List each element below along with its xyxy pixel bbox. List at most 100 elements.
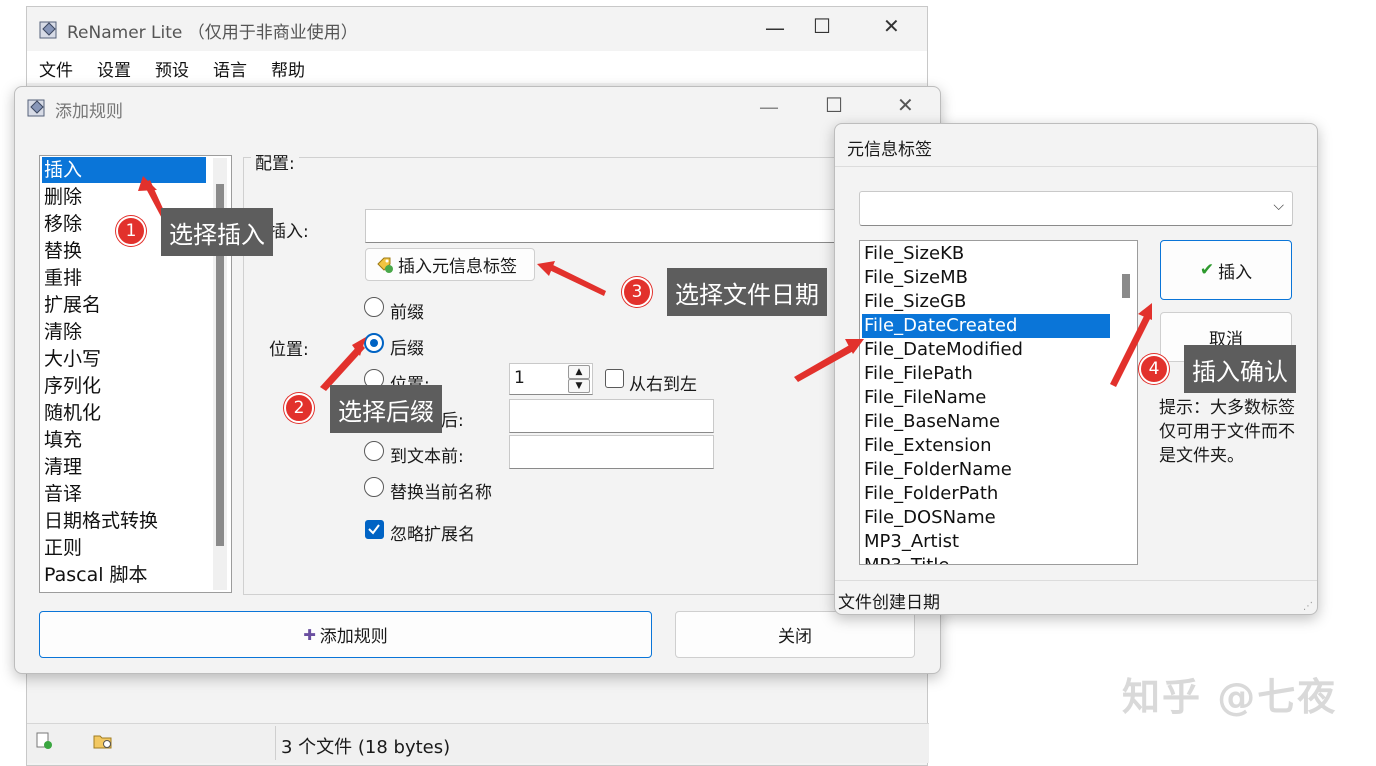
tag-item[interactable]: File_DateModified (862, 338, 1110, 362)
menu-help[interactable]: 帮助 (271, 56, 305, 81)
tag-list-scrollbar[interactable] (1116, 242, 1136, 563)
rule-item-padding[interactable]: 填充 (42, 427, 206, 453)
add-rule-label: 添加规则 (319, 627, 388, 647)
tag-list[interactable]: File_SizeKB File_SizeMB File_SizeGB File… (859, 240, 1138, 565)
insert-text-input[interactable] (365, 209, 845, 243)
check-icon (368, 524, 380, 535)
tag-category-dropdown[interactable]: ⌵ (859, 191, 1293, 226)
rule-item-randomize[interactable]: 随机化 (42, 400, 206, 426)
checkmark-icon: ✔ (1199, 260, 1215, 280)
rule-item-case[interactable]: 大小写 (42, 346, 206, 372)
tag-item[interactable]: File_SizeKB (862, 242, 1110, 266)
main-menu-bar: 文件 设置 预设 语言 帮助 (27, 51, 927, 83)
dialog-title: 添加规则 (55, 102, 123, 122)
rule-item-serialize[interactable]: 序列化 (42, 373, 206, 399)
step-badge-2: 2 (284, 393, 314, 423)
close-icon[interactable]: ✕ (897, 95, 914, 115)
rule-item-cleanup[interactable]: 清理 (42, 454, 206, 480)
tag-item[interactable]: File_Extension (862, 434, 1110, 458)
tag-item[interactable]: File_DOSName (862, 506, 1110, 530)
tag-item[interactable]: File_SizeGB (862, 290, 1110, 314)
suffix-label: 后缀 (390, 339, 424, 359)
description-bar: 文件创建日期 ⋰ (835, 580, 1317, 614)
position-stepper[interactable]: 1 ▲ ▼ (509, 363, 593, 395)
app-icon (39, 21, 57, 39)
insert-button-label: 插入 (1218, 262, 1253, 283)
callout-3: 选择文件日期 (667, 268, 827, 316)
rule-item-regex[interactable]: 正则 (42, 535, 206, 561)
chevron-down-icon: ⌵ (1273, 198, 1284, 214)
tag-item[interactable]: MP3_Artist (862, 530, 1110, 554)
prefix-label: 前缀 (390, 303, 424, 323)
ignore-extension-label: 忽略扩展名 (390, 525, 475, 545)
callout-1: 选择插入 (161, 208, 273, 256)
suffix-radio[interactable] (364, 333, 384, 353)
step-badge-4: 4 (1139, 354, 1169, 384)
close-button-label: 关闭 (778, 627, 812, 647)
rule-item-insert[interactable]: 插入 (42, 157, 206, 183)
rule-item-pascal-script[interactable]: Pascal 脚本 (42, 562, 206, 588)
menu-language[interactable]: 语言 (213, 56, 247, 81)
add-rule-button[interactable]: ✚ 添加规则 (39, 611, 652, 658)
stepper-up-icon[interactable]: ▲ (568, 365, 590, 379)
rule-item-reformat-date[interactable]: 日期格式转换 (42, 508, 206, 534)
rule-item-translit[interactable]: 音译 (42, 481, 206, 507)
menu-settings[interactable]: 设置 (97, 56, 131, 81)
minimize-icon[interactable]: — (759, 97, 779, 117)
tag-item[interactable]: File_FolderName (862, 458, 1110, 482)
status-text: 3 个文件 (18 bytes) (281, 737, 451, 758)
insert-button[interactable]: ✔ 插入 (1160, 240, 1292, 300)
insert-meta-tag-button[interactable]: 插入元信息标签 (365, 248, 535, 281)
tag-item-selected[interactable]: File_DateCreated (862, 314, 1110, 338)
before-text-input[interactable] (509, 435, 714, 469)
menu-presets[interactable]: 预设 (155, 56, 189, 81)
meta-dialog-title: 元信息标签 (847, 140, 932, 160)
tag-item[interactable]: File_FilePath (862, 362, 1110, 386)
add-files-icon[interactable] (35, 732, 53, 750)
before-text-label: 到文本前: (390, 447, 464, 467)
hint-text: 提示：大多数标签仅可用于文件而不是文件夹。 (1159, 398, 1295, 466)
tag-item[interactable]: File_FolderPath (862, 482, 1110, 506)
watermark: 知乎 @七夜 (1122, 675, 1338, 719)
config-label: 配置: (251, 149, 299, 174)
tag-description: 文件创建日期 (838, 593, 940, 613)
close-icon[interactable]: ✕ (883, 16, 900, 36)
callout-4: 插入确认 (1184, 345, 1296, 393)
before-text-radio[interactable] (364, 441, 384, 461)
tag-item[interactable]: File_BaseName (862, 410, 1110, 434)
main-title-bar: ReNamer Lite （仅用于非商业使用） — ☐ ✕ (27, 7, 927, 51)
replace-name-radio[interactable] (364, 477, 384, 497)
right-to-left-label: 从右到左 (629, 375, 697, 395)
rule-item-rearrange[interactable]: 重排 (42, 265, 206, 291)
rule-item-strip[interactable]: 清除 (42, 319, 206, 345)
tag-list-scroll-thumb[interactable] (1122, 274, 1130, 298)
replace-name-label: 替换当前名称 (390, 483, 492, 503)
close-button[interactable]: 关闭 (675, 611, 915, 658)
maximize-icon[interactable]: ☐ (813, 16, 831, 36)
tag-item[interactable]: File_FileName (862, 386, 1110, 410)
position-label: 位置: (269, 340, 309, 360)
ignore-extension-checkbox[interactable] (365, 520, 384, 539)
tag-item[interactable]: MP3_Title (862, 554, 1110, 564)
rule-item-extension[interactable]: 扩展名 (42, 292, 206, 318)
stepper-down-icon[interactable]: ▼ (568, 379, 590, 393)
tag-item[interactable]: File_SizeMB (862, 266, 1110, 290)
dialog-app-icon (27, 99, 45, 117)
add-folder-icon[interactable] (93, 732, 113, 750)
position-value: 1 (514, 368, 525, 388)
after-text-input[interactable] (509, 399, 714, 433)
prefix-radio[interactable] (364, 297, 384, 317)
right-to-left-checkbox[interactable] (605, 369, 624, 388)
title-divider (835, 166, 1317, 167)
menu-file[interactable]: 文件 (39, 56, 73, 81)
meta-tag-icon (377, 257, 393, 273)
step-badge-3: 3 (622, 277, 652, 307)
callout-2: 选择后缀 (330, 385, 442, 433)
add-rule-dialog: 添加规则 — ☐ ✕ 插入 删除 移除 替换 重排 扩展名 清除 大小写 序列化… (14, 86, 943, 674)
rule-item-delete[interactable]: 删除 (42, 184, 206, 210)
status-divider (275, 726, 276, 760)
minimize-icon[interactable]: — (765, 18, 785, 38)
resize-grip-icon[interactable]: ⋰ (1303, 601, 1313, 612)
step-badge-1: 1 (116, 216, 146, 246)
maximize-icon[interactable]: ☐ (825, 95, 843, 115)
